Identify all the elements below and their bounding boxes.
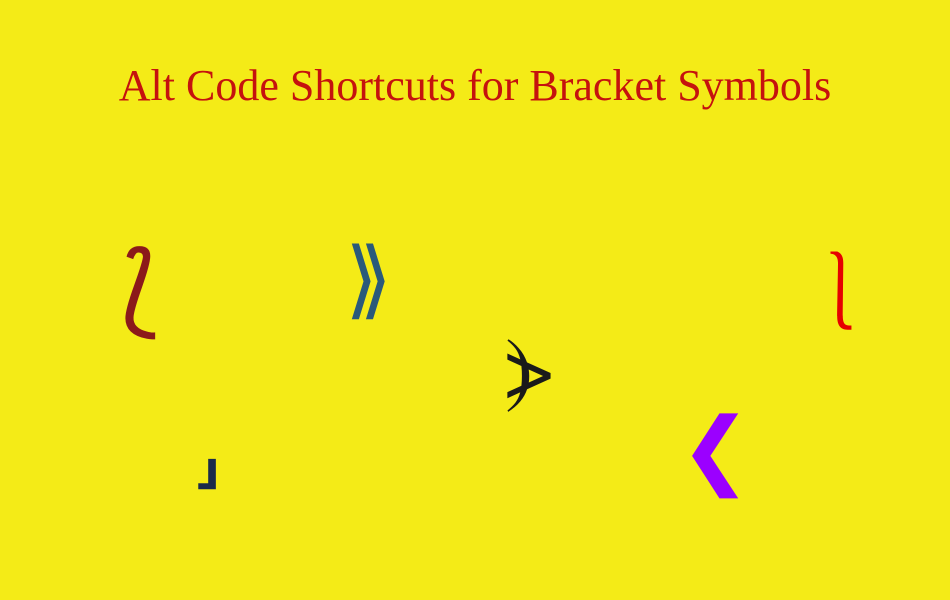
bracket-symbol-6: ❮ [680, 400, 751, 499]
bracket-symbol-4: ⦔ [505, 320, 553, 419]
bracket-symbol-2: ⟫ [345, 230, 392, 329]
bracket-symbol-3: ⎱ [800, 230, 880, 346]
bracket-symbol-1: ⟅ [120, 230, 159, 347]
page-title: Alt Code Shortcuts for Bracket Symbols [0, 60, 950, 111]
bracket-symbol-5: ⸥ [190, 400, 223, 499]
